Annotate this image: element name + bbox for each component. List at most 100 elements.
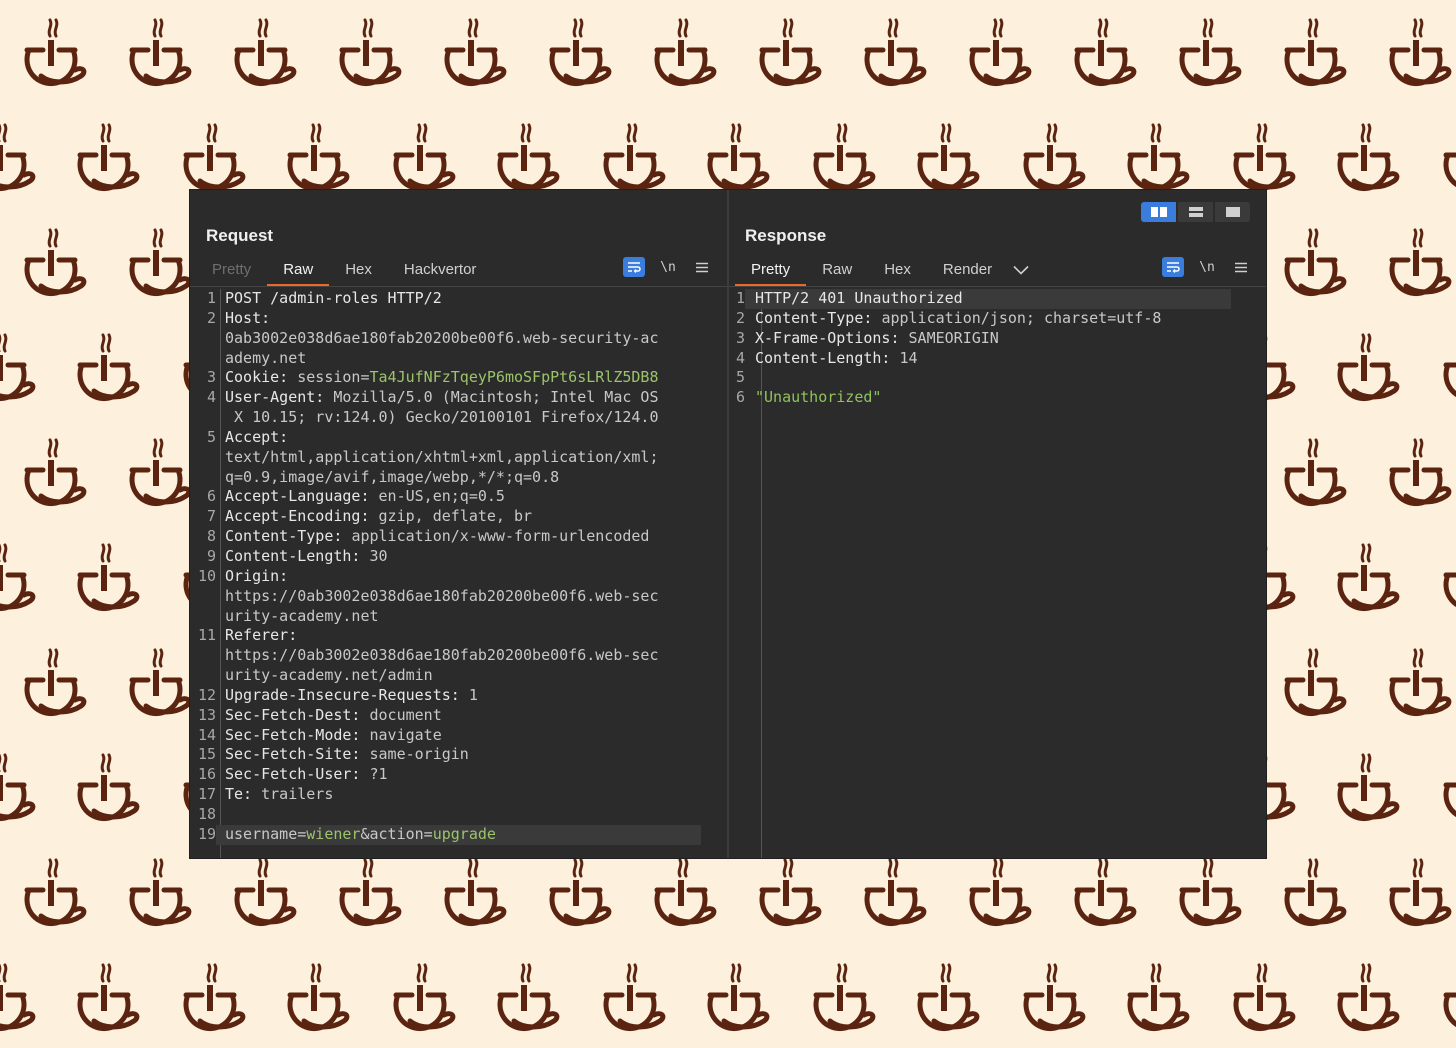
header-name: Content-Type: bbox=[225, 527, 343, 546]
request-body-line: 19 username=wiener&action=upgrade bbox=[190, 824, 727, 845]
header-value: navigate bbox=[369, 725, 442, 744]
header-value: 0ab3002e038d6ae180fab20200be00f6.web-sec… bbox=[225, 328, 659, 347]
response-line: 4 Content-Length: 14 bbox=[729, 349, 1266, 369]
header-name: Referer: bbox=[225, 626, 298, 645]
response-line: 2 Content-Type: application/json; charset… bbox=[729, 309, 1266, 329]
line-number: 18 bbox=[197, 804, 216, 823]
hamburger-menu-icon[interactable] bbox=[1230, 257, 1252, 277]
request-tab-pretty[interactable]: Pretty bbox=[196, 256, 267, 287]
header-name: Upgrade-Insecure-Requests: bbox=[225, 685, 460, 704]
header-value: ademy.net bbox=[225, 348, 307, 367]
request-line-wrap: urity-academy.net bbox=[190, 607, 727, 627]
request-line-wrap: X 10.15; rv:124.0) Gecko/20100101 Firefo… bbox=[190, 408, 727, 428]
cookie-name: session= bbox=[297, 368, 370, 387]
header-name: Sec-Fetch-Dest: bbox=[225, 705, 361, 724]
header-value: q=0.9,image/avif,image/webp,*/*;q=0.8 bbox=[225, 467, 560, 486]
request-line: 10 Origin: bbox=[190, 567, 727, 587]
request-tab-rule bbox=[190, 286, 727, 287]
response-tab-render[interactable]: Render bbox=[927, 256, 1008, 287]
request-line: 9 Content-Length: 30 bbox=[190, 547, 727, 567]
header-name: Sec-Fetch-Site: bbox=[225, 745, 361, 764]
hamburger-menu-icon[interactable] bbox=[691, 257, 713, 277]
request-line: 1 POST /admin-roles HTTP/2 bbox=[190, 289, 727, 309]
param-name: username= bbox=[225, 824, 307, 843]
request-tab-hackvertor[interactable]: Hackvertor bbox=[388, 256, 493, 287]
request-line: 14 Sec-Fetch-Mode: navigate bbox=[190, 726, 727, 746]
stacked-layout-icon[interactable] bbox=[1178, 202, 1213, 222]
line-number: 11 bbox=[197, 626, 216, 645]
single-pane-layout-icon[interactable] bbox=[1215, 202, 1250, 222]
request-line-wrap: ademy.net bbox=[190, 349, 727, 369]
header-name: Content-Length: bbox=[225, 546, 361, 565]
header-value: en-US,en;q=0.5 bbox=[378, 487, 505, 506]
request-line: 8 Content-Type: application/x-www-form-ur… bbox=[190, 527, 727, 547]
response-tab-raw[interactable]: Raw bbox=[806, 256, 868, 287]
request-line-wrap: 0ab3002e038d6ae180fab20200be00f6.web-sec… bbox=[190, 329, 727, 349]
line-number: 10 bbox=[197, 566, 216, 585]
request-editor[interactable]: 1 POST /admin-roles HTTP/2 2 Host: 0ab3002… bbox=[190, 289, 727, 858]
response-tab-pretty[interactable]: Pretty bbox=[735, 256, 807, 287]
header-value: 14 bbox=[899, 348, 918, 367]
request-line: 17 Te: trailers bbox=[190, 785, 727, 805]
header-name: Accept-Language: bbox=[225, 487, 370, 506]
header-value: https://0ab3002e038d6ae180fab20200be00f6… bbox=[225, 586, 659, 605]
line-number: 5 bbox=[735, 368, 745, 387]
line-number: 5 bbox=[206, 427, 216, 446]
response-title: Response bbox=[745, 226, 827, 245]
header-name: Cookie: bbox=[225, 368, 289, 387]
request-line-text: POST /admin-roles HTTP/2 bbox=[225, 289, 442, 307]
chevron-down-icon[interactable] bbox=[1008, 256, 1034, 284]
header-value: 30 bbox=[369, 546, 388, 565]
response-tab-rule bbox=[729, 286, 1266, 287]
show-newlines-button[interactable]: \n bbox=[1196, 257, 1218, 277]
request-toolbar: \n bbox=[623, 256, 713, 278]
line-number: 9 bbox=[206, 546, 216, 565]
response-tab-hex[interactable]: Hex bbox=[868, 256, 927, 287]
line-number: 16 bbox=[197, 765, 216, 784]
header-name: X-Frame-Options: bbox=[755, 328, 900, 347]
header-name: Te: bbox=[225, 785, 253, 804]
line-number: 3 bbox=[206, 368, 216, 387]
side-by-side-layout-icon[interactable] bbox=[1141, 202, 1176, 222]
request-title: Request bbox=[206, 226, 274, 245]
request-line-wrap: https://0ab3002e038d6ae180fab20200be00f6… bbox=[190, 646, 727, 666]
line-number: 7 bbox=[206, 507, 216, 526]
response-line: 1 HTTP/2 401 Unauthorized bbox=[729, 289, 1266, 309]
request-line: 6 Accept-Language: en-US,en;q=0.5 bbox=[190, 487, 727, 507]
header-value: text/html,application/xhtml+xml,applicat… bbox=[225, 447, 659, 466]
param-value: wiener bbox=[306, 824, 361, 843]
line-number: 4 bbox=[206, 388, 216, 407]
param-value: upgrade bbox=[432, 824, 496, 843]
word-wrap-icon[interactable] bbox=[1162, 257, 1184, 277]
request-line: 5 Accept: bbox=[190, 428, 727, 448]
cookie-value: Ta4JufNFzTqeyP6moSFpPt6sLRlZ5DB8 bbox=[369, 368, 659, 387]
request-line: 18 bbox=[190, 805, 727, 825]
line-number: 8 bbox=[206, 527, 216, 546]
header-value: trailers bbox=[261, 785, 334, 804]
layout-toggle bbox=[1141, 202, 1250, 222]
line-number: 2 bbox=[735, 308, 745, 327]
line-number: 17 bbox=[197, 785, 216, 804]
header-name: Sec-Fetch-Mode: bbox=[225, 725, 361, 744]
word-wrap-icon[interactable] bbox=[623, 257, 645, 277]
header-value: gzip, deflate, br bbox=[378, 507, 533, 526]
request-line: 12 Upgrade-Insecure-Requests: 1 bbox=[190, 686, 727, 706]
header-value: application/x-www-form-urlencoded bbox=[351, 527, 650, 546]
response-editor[interactable]: 1 HTTP/2 401 Unauthorized 2 Content-Type: … bbox=[729, 289, 1266, 858]
line-number: 1 bbox=[735, 289, 745, 307]
line-number: 3 bbox=[735, 328, 745, 347]
header-value: https://0ab3002e038d6ae180fab20200be00f6… bbox=[225, 646, 659, 665]
show-newlines-button[interactable]: \n bbox=[657, 257, 679, 277]
header-name: Accept: bbox=[225, 427, 289, 446]
header-name: User-Agent: bbox=[225, 388, 325, 407]
response-line: 3 X-Frame-Options: SAMEORIGIN bbox=[729, 329, 1266, 349]
header-value: SAMEORIGIN bbox=[908, 328, 999, 347]
header-value: same-origin bbox=[369, 745, 469, 764]
header-value: document bbox=[369, 705, 442, 724]
header-value: X 10.15; rv:124.0) Gecko/20100101 Firefo… bbox=[225, 408, 659, 427]
header-value: Mozilla/5.0 (Macintosh; Intel Mac OS bbox=[333, 388, 659, 407]
request-tab-raw[interactable]: Raw bbox=[267, 256, 330, 287]
request-tab-hex[interactable]: Hex bbox=[329, 256, 388, 287]
line-number: 15 bbox=[197, 745, 216, 764]
request-line: 16 Sec-Fetch-User: ?1 bbox=[190, 765, 727, 785]
